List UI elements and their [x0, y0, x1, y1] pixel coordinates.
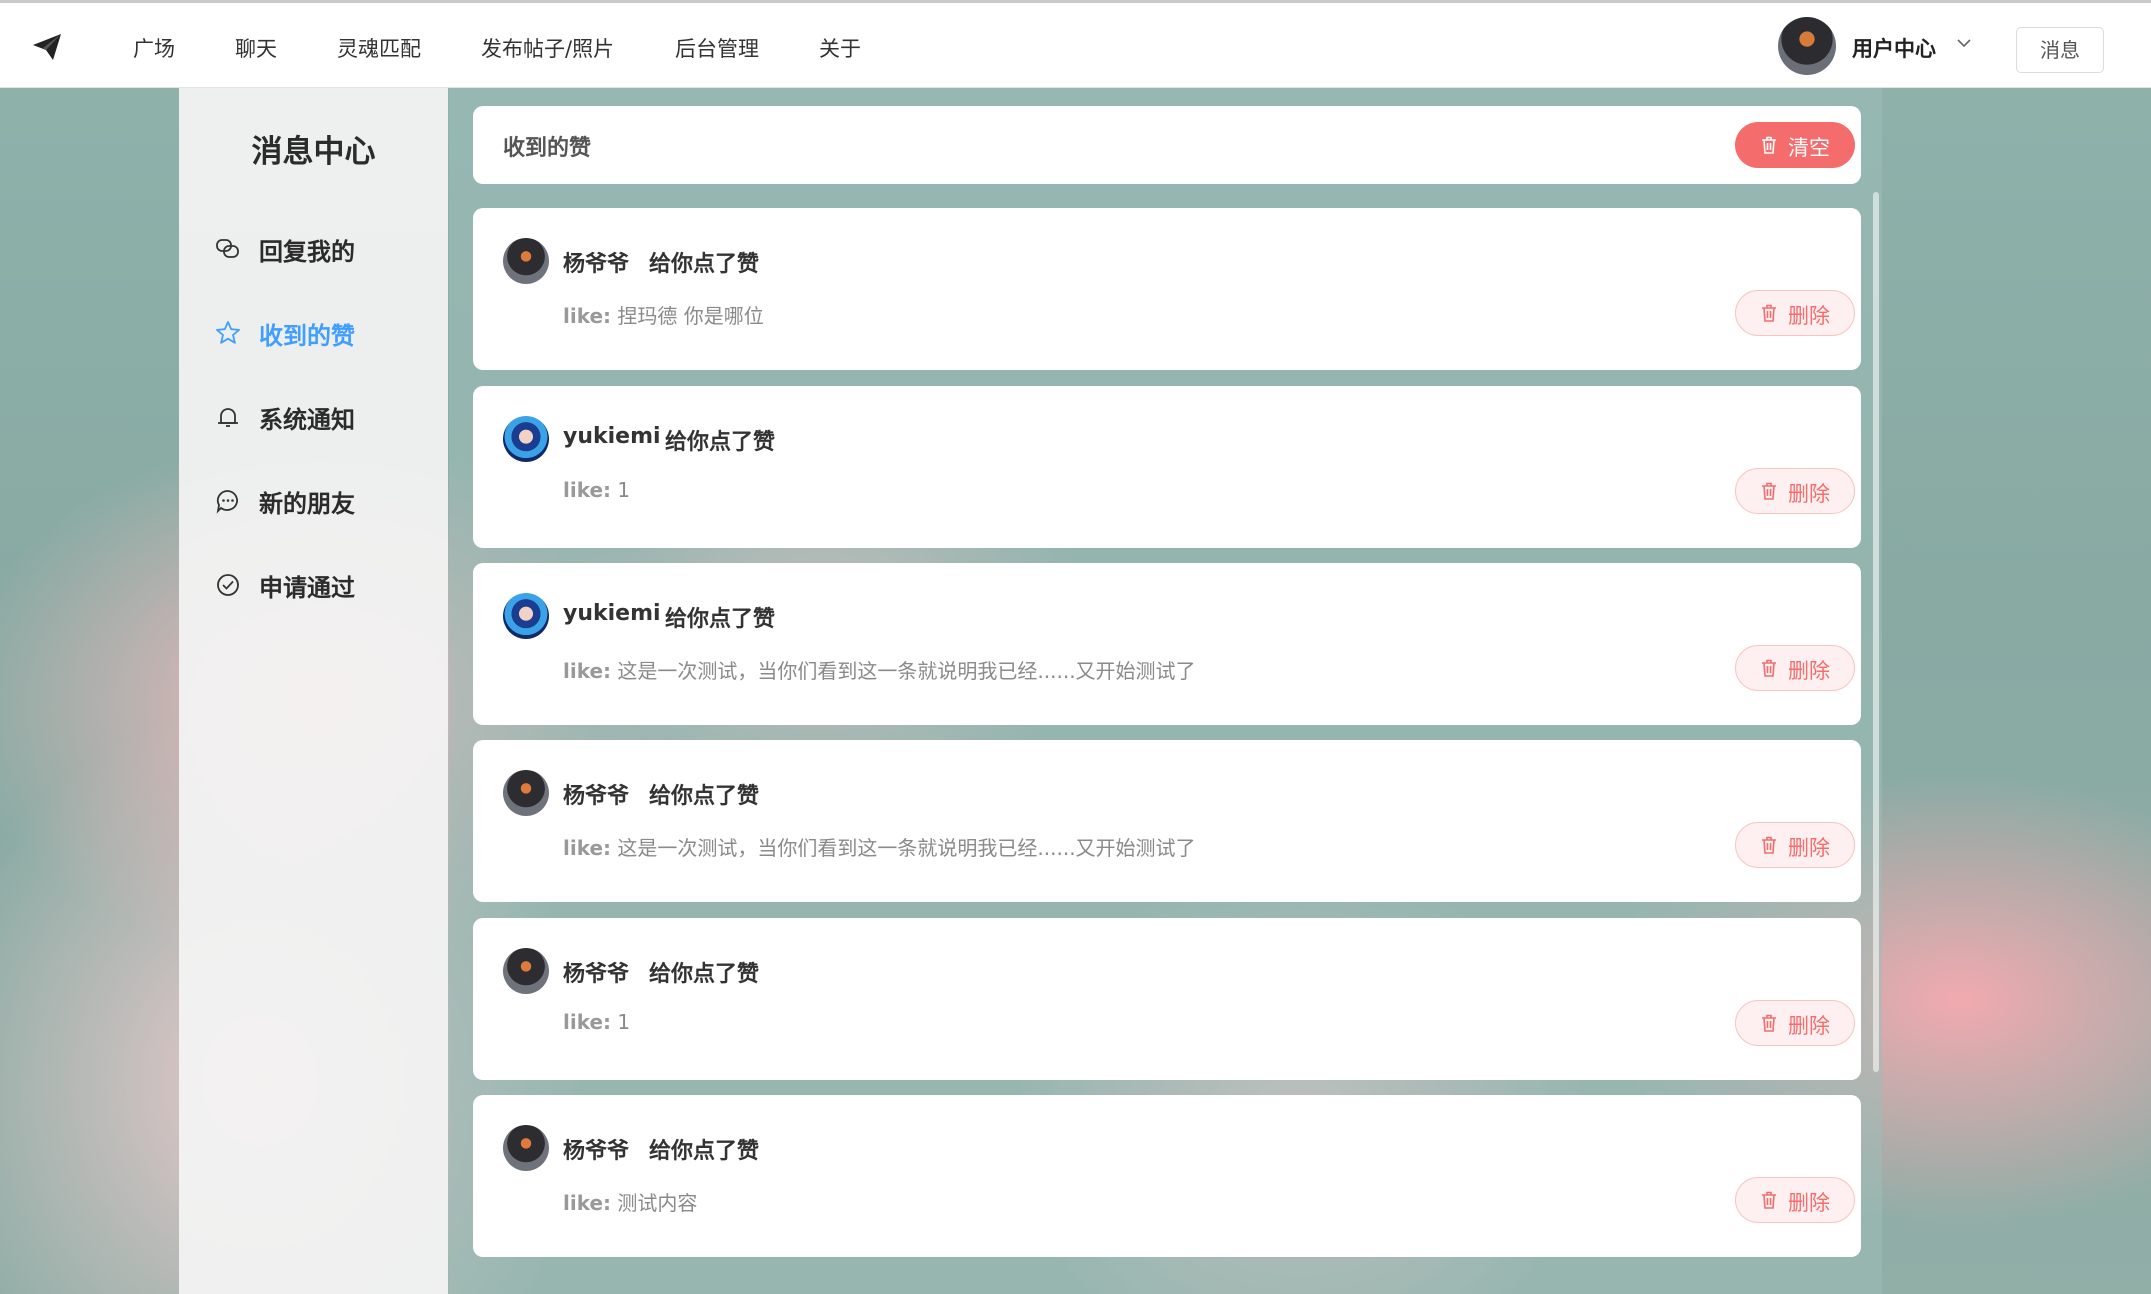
chat-icon	[216, 490, 238, 514]
sidebar-item-label: 申请通过	[259, 574, 355, 602]
trash-icon	[1762, 482, 1776, 500]
list-item: 杨爷爷 给你点了赞 like: 捏玛德 你是哪位 删除	[473, 208, 1861, 370]
list-item: 杨爷爷 给你点了赞 like: 1 删除	[473, 918, 1861, 1080]
top-navbar: 广场 聊天 灵魂匹配 发布帖子/照片 后台管理 关于 用户中心 消息	[0, 0, 2151, 88]
nav-about[interactable]: 关于	[819, 33, 861, 63]
like-text: 捏玛德 你是哪位	[617, 304, 764, 328]
delete-label: 删除	[1788, 482, 1830, 506]
nav-admin[interactable]: 后台管理	[675, 33, 759, 63]
list-item: yukiemi 给你点了赞 like: 1 删除	[473, 386, 1861, 548]
like-action: 给你点了赞	[649, 1139, 760, 1164]
delete-label: 删除	[1788, 1191, 1830, 1215]
page-title: 收到的赞	[503, 136, 592, 161]
bell-icon	[218, 408, 238, 427]
like-username[interactable]: yukiemi	[563, 601, 661, 626]
delete-button[interactable]: 删除	[1735, 1000, 1855, 1046]
like-text: 1	[617, 478, 631, 502]
like-username[interactable]: yukiemi	[563, 424, 661, 449]
sidebar-item-likes[interactable]: 收到的赞	[215, 312, 435, 352]
delete-button[interactable]: 删除	[1735, 645, 1855, 691]
delete-label: 删除	[1788, 836, 1830, 860]
like-prefix: like:	[563, 1191, 612, 1215]
sidebar-item-approved[interactable]: 申请通过	[215, 564, 435, 604]
sidebar-item-new-friends[interactable]: 新的朋友	[215, 480, 435, 520]
avatar[interactable]	[503, 948, 549, 994]
sidebar-item-label: 系统通知	[259, 406, 355, 434]
trash-icon	[1762, 836, 1776, 854]
reply-icon	[216, 239, 239, 258]
message-button[interactable]: 消息	[2016, 27, 2104, 73]
like-username[interactable]: 杨爷爷	[563, 778, 629, 810]
delete-button[interactable]: 删除	[1735, 822, 1855, 868]
like-prefix: like:	[563, 836, 612, 860]
like-text: 这是一次测试，当你们看到这一条就说明我已经......又开始测试了	[617, 836, 1196, 860]
like-content: like: 这是一次测试，当你们看到这一条就说明我已经......又开始测试了	[563, 832, 1196, 861]
clear-label: 清空	[1788, 136, 1830, 160]
message-center-sidebar: 消息中心 回复我的 收到的赞 系统通知 新的朋友 申请通过	[179, 88, 448, 1294]
like-content: like: 测试内容	[563, 1187, 697, 1216]
trash-icon	[1762, 659, 1776, 677]
paper-plane-icon[interactable]	[32, 33, 62, 61]
nav-publish[interactable]: 发布帖子/照片	[481, 33, 614, 63]
likes-header: 收到的赞 清空	[473, 106, 1861, 184]
like-text: 1	[617, 1010, 631, 1034]
nav-square[interactable]: 广场	[133, 33, 175, 63]
like-text: 测试内容	[617, 1191, 698, 1215]
like-action: 给你点了赞	[649, 962, 760, 987]
sidebar-item-system[interactable]: 系统通知	[215, 396, 435, 436]
like-action: 给你点了赞	[649, 252, 760, 277]
delete-label: 删除	[1788, 304, 1830, 328]
like-prefix: like:	[563, 659, 612, 683]
like-action: 给你点了赞	[665, 607, 776, 632]
avatar[interactable]	[503, 238, 549, 284]
like-username[interactable]: 杨爷爷	[563, 1133, 629, 1165]
avatar[interactable]	[503, 770, 549, 816]
list-item: 杨爷爷 给你点了赞 like: 这是一次测试，当你们看到这一条就说明我已经...…	[473, 740, 1861, 902]
delete-label: 删除	[1788, 1014, 1830, 1038]
check-circle-icon	[217, 574, 239, 596]
trash-icon	[1762, 1014, 1776, 1032]
sidebar-item-label: 收到的赞	[259, 322, 355, 350]
like-content: like: 这是一次测试，当你们看到这一条就说明我已经......又开始测试了	[563, 655, 1196, 684]
like-prefix: like:	[563, 1010, 612, 1034]
clear-all-button[interactable]: 清空	[1735, 122, 1855, 168]
like-prefix: like:	[563, 478, 612, 502]
avatar[interactable]	[503, 416, 549, 462]
scrollbar[interactable]	[1873, 192, 1879, 1072]
delete-button[interactable]: 删除	[1735, 1177, 1855, 1223]
avatar[interactable]	[503, 593, 549, 639]
sidebar-item-label: 新的朋友	[259, 490, 355, 518]
chevron-down-icon[interactable]	[1954, 33, 1974, 53]
sidebar-title: 消息中心	[251, 134, 376, 170]
delete-button[interactable]: 删除	[1735, 468, 1855, 514]
delete-label: 删除	[1788, 659, 1830, 683]
trash-icon	[1762, 1191, 1776, 1209]
like-prefix: like:	[563, 304, 612, 328]
avatar[interactable]	[503, 1125, 549, 1171]
like-text: 这是一次测试，当你们看到这一条就说明我已经......又开始测试了	[617, 659, 1196, 683]
nav-chat[interactable]: 聊天	[235, 33, 277, 63]
like-content: like: 1	[563, 478, 630, 502]
like-action: 给你点了赞	[665, 430, 776, 455]
trash-icon	[1762, 136, 1776, 154]
list-item: yukiemi 给你点了赞 like: 这是一次测试，当你们看到这一条就说明我已…	[473, 563, 1861, 725]
like-username[interactable]: 杨爷爷	[563, 246, 629, 278]
like-content: like: 捏玛德 你是哪位	[563, 300, 764, 329]
like-content: like: 1	[563, 1010, 630, 1034]
sidebar-item-reply[interactable]: 回复我的	[215, 228, 435, 268]
avatar[interactable]	[1778, 17, 1836, 75]
star-icon	[216, 321, 240, 344]
likes-panel: 收到的赞 清空 杨爷爷 给你点了赞 like: 捏玛德 你是哪位 删除 yuki…	[449, 88, 1882, 1294]
delete-button[interactable]: 删除	[1735, 290, 1855, 336]
sidebar-item-label: 回复我的	[259, 238, 355, 266]
nav-soul-match[interactable]: 灵魂匹配	[337, 33, 421, 63]
like-action: 给你点了赞	[649, 784, 760, 809]
list-item: 杨爷爷 给你点了赞 like: 测试内容 删除	[473, 1095, 1861, 1257]
like-username[interactable]: 杨爷爷	[563, 956, 629, 988]
user-center-dropdown[interactable]: 用户中心	[1852, 33, 1936, 63]
trash-icon	[1762, 304, 1776, 322]
